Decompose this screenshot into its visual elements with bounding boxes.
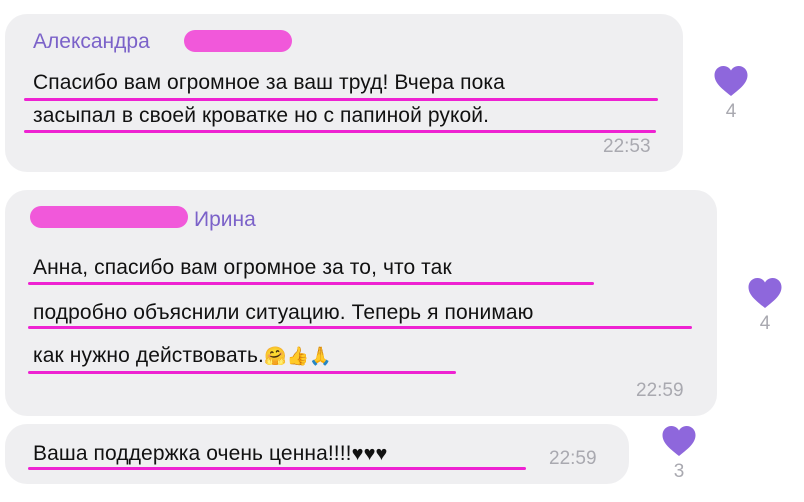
- heart-reaction-icon[interactable]: [713, 64, 749, 98]
- highlight-underline: [28, 326, 692, 329]
- hearts-text: ♥♥♥: [351, 443, 388, 465]
- like-count: 3: [673, 461, 685, 482]
- like-count: 4: [759, 313, 771, 334]
- message-text-line: Спасибо вам огромное за ваш труд! Вчера …: [33, 71, 505, 94]
- highlight-underline: [24, 98, 658, 101]
- sender-name[interactable]: Ирина: [194, 208, 256, 232]
- emoji-group: 🤗👍🙏: [263, 346, 332, 367]
- redacted-surname: [30, 206, 188, 228]
- message-text-line: как нужно действовать.🤗👍🙏: [33, 344, 332, 367]
- like-count: 4: [725, 101, 737, 122]
- highlight-underline: [24, 130, 656, 133]
- highlight-underline: [28, 467, 526, 470]
- heart-reaction-icon[interactable]: [661, 424, 697, 458]
- highlight-underline: [28, 371, 456, 374]
- redacted-surname: [184, 30, 292, 52]
- message-timestamp: 22:59: [549, 448, 597, 469]
- highlight-underline: [28, 282, 594, 285]
- message-text-line: подробно объяснили ситуацию. Теперь я по…: [33, 301, 534, 324]
- sender-name[interactable]: Александра: [33, 30, 150, 54]
- message-timestamp: 22:59: [636, 380, 684, 401]
- heart-reaction-icon[interactable]: [747, 276, 783, 310]
- message-text-line: засыпал в своей кроватке но с папиной ру…: [33, 104, 490, 127]
- message-timestamp: 22:53: [603, 136, 651, 157]
- message-text-line: Ваша поддержка очень ценна!!!!♥♥♥: [33, 442, 388, 465]
- message-text-line: Анна, спасибо вам огромное за то, что та…: [33, 256, 452, 279]
